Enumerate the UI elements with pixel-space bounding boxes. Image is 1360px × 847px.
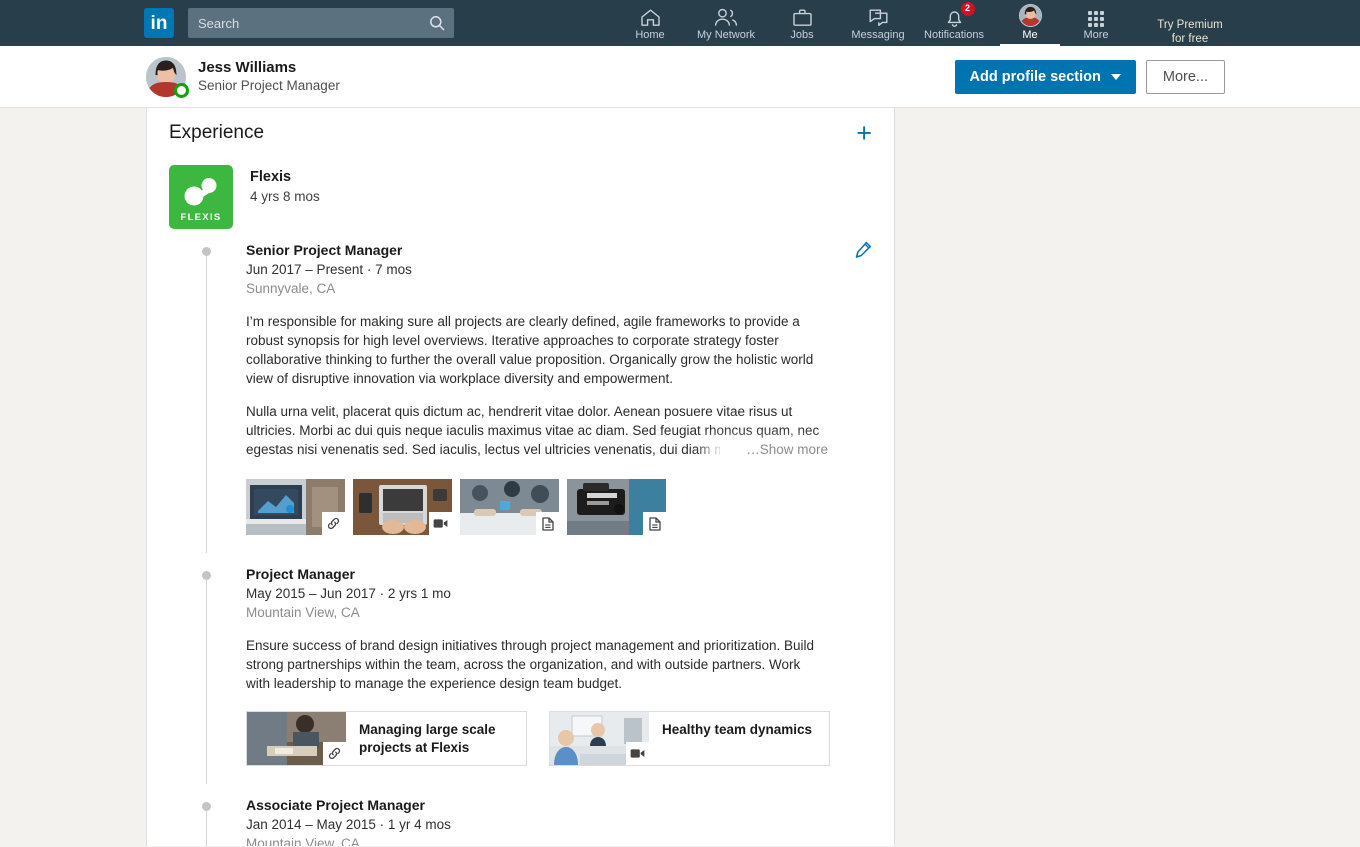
avatar-icon (1018, 3, 1042, 27)
media-thumbnail[interactable] (353, 479, 452, 535)
document-icon (536, 512, 559, 535)
left-gutter (0, 108, 146, 846)
roles-list: Senior Project Manager Jun 2017 – Presen… (169, 241, 872, 846)
briefcase-icon (792, 6, 813, 27)
nav-item-me[interactable]: Me (992, 0, 1068, 46)
nav-item-more[interactable]: More (1068, 0, 1124, 46)
company-name[interactable]: Flexis (250, 168, 320, 187)
primary-nav-items: Home My Network Jobs Messaging 2 Notific… (612, 0, 1242, 46)
company-meta: Flexis 4 yrs 8 mos (250, 165, 320, 229)
plus-icon[interactable]: + (856, 120, 872, 147)
role-dates: Jun 2017 – Present · 7 mos (246, 262, 412, 277)
role-location: Sunnyvale, CA (246, 281, 336, 296)
notification-badge: 2 (960, 1, 975, 16)
media-thumbnail[interactable] (567, 479, 666, 535)
media-card-title: Managing large scale projects at Flexis (359, 722, 496, 755)
profile-actions: Add profile section More... (954, 59, 1225, 94)
document-icon (643, 512, 666, 535)
link-icon (322, 512, 345, 535)
role-location: Mountain View, CA (246, 605, 360, 620)
experience-card: Experience + FLEXIS Flexis 4 yrs 8 mos S… (146, 108, 895, 846)
nav-item-jobs[interactable]: Jobs (764, 0, 840, 46)
profile-sticky-bar: Jess Williams Senior Project Manager Add… (0, 46, 1360, 108)
role-header: Associate Project Manager Jan 2014 – May… (246, 796, 872, 846)
profile-name: Jess Williams (198, 59, 297, 76)
role-header: Project Manager May 2015 – Jun 2017 · 2 … (246, 565, 872, 622)
profile-avatar[interactable] (146, 56, 189, 98)
nav-item-notifications[interactable]: 2 Notifications (916, 0, 992, 46)
section-title: Experience (169, 122, 265, 143)
nav-label-my-network: My Network (696, 28, 756, 41)
role-title: Associate Project Manager (246, 797, 425, 813)
role-description-1: Ensure success of brand design initiativ… (246, 638, 815, 691)
nav-label-jobs: Jobs (790, 28, 814, 41)
right-gutter (895, 108, 1360, 846)
nav-item-home[interactable]: Home (612, 0, 688, 46)
media-thumbnail[interactable] (460, 479, 559, 535)
role-header: Senior Project Manager Jun 2017 – Presen… (246, 241, 872, 298)
top-navigation-bar: in Home My Network Jobs (0, 0, 1360, 46)
search-box[interactable] (188, 8, 454, 38)
media-card[interactable]: Healthy team dynamics (549, 711, 830, 766)
open-to-work-badge (174, 82, 189, 98)
media-thumbnail-row (246, 479, 872, 535)
more-button[interactable]: More... (1145, 59, 1225, 94)
people-icon (714, 6, 738, 27)
nav-item-messaging[interactable]: Messaging (840, 0, 916, 46)
bell-icon: 2 (944, 1, 975, 27)
company-duration: 4 yrs 8 mos (250, 189, 320, 204)
pencil-icon[interactable] (854, 241, 872, 264)
flexis-logo-icon: FLEXIS (169, 165, 233, 229)
page-body: Experience + FLEXIS Flexis 4 yrs 8 mos S… (0, 108, 1360, 846)
profile-headline: Senior Project Manager (198, 78, 340, 93)
premium-line-1: Try Premium (1157, 19, 1223, 31)
nav-label-messaging: Messaging (851, 28, 905, 41)
role-dates: May 2015 – Jun 2017 · 2 yrs 1 mo (246, 586, 451, 601)
media-card-title: Healthy team dynamics (662, 722, 813, 737)
company-block: FLEXIS Flexis 4 yrs 8 mos (169, 165, 872, 229)
add-profile-section-button[interactable]: Add profile section (954, 59, 1136, 94)
role-dates: Jan 2014 – May 2015 · 1 yr 4 mos (246, 817, 451, 832)
experience-header: Experience + (169, 108, 872, 147)
role-item: Project Manager May 2015 – Jun 2017 · 2 … (169, 565, 872, 784)
role-description-1: I’m responsible for making sure all proj… (246, 314, 814, 386)
try-premium-link[interactable]: Try Premium for free (1138, 18, 1242, 46)
chat-icon (868, 6, 889, 27)
nav-label-more: More (1083, 28, 1109, 41)
nav-label-me: Me (1022, 28, 1038, 41)
media-card-thumbnail (550, 712, 649, 765)
role-title: Project Manager (246, 566, 355, 582)
role-location: Mountain View, CA (246, 836, 360, 846)
profile-identity: Jess Williams Senior Project Manager (198, 58, 340, 95)
role-item: Associate Project Manager Jan 2014 – May… (169, 796, 872, 846)
home-icon (640, 6, 661, 27)
flexis-wordmark: FLEXIS (180, 212, 222, 223)
add-profile-section-label: Add profile section (969, 68, 1101, 85)
video-icon (626, 742, 649, 765)
media-thumbnail[interactable] (246, 479, 345, 535)
media-card-thumbnail (247, 712, 346, 765)
search-icon[interactable] (429, 15, 445, 36)
grid-dots-icon (1088, 6, 1104, 27)
nav-item-my-network[interactable]: My Network (688, 0, 764, 46)
role-description-2: Nulla urna velit, placerat quis dictum a… (246, 402, 828, 459)
media-card-row: Managing large scale projects at Flexis (246, 711, 872, 766)
role-item: Senior Project Manager Jun 2017 – Presen… (169, 241, 872, 553)
video-icon (429, 512, 452, 535)
search-input[interactable] (188, 8, 454, 38)
chevron-down-icon (1110, 73, 1121, 80)
role-title: Senior Project Manager (246, 242, 403, 258)
show-more-link[interactable]: …Show more (720, 440, 828, 459)
link-icon (323, 742, 346, 765)
nav-label-notifications: Notifications (924, 28, 984, 41)
linkedin-logo-icon[interactable]: in (144, 8, 174, 38)
nav-label-home: Home (635, 28, 665, 41)
media-card[interactable]: Managing large scale projects at Flexis (246, 711, 527, 766)
premium-line-2: for free (1171, 33, 1209, 45)
